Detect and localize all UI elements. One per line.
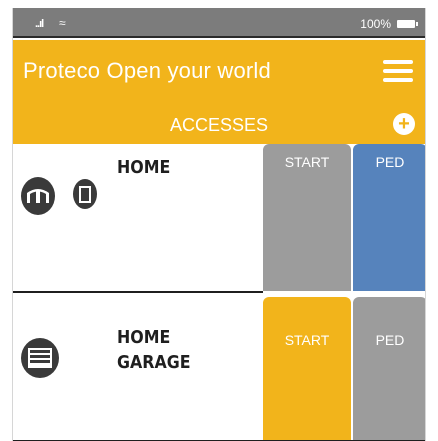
- start-button[interactable]: START: [263, 144, 351, 291]
- garage-icon[interactable]: [21, 338, 59, 378]
- ped-label: PED: [375, 332, 405, 348]
- status-bar: ..ıl ≈ 100%: [13, 8, 425, 38]
- app-title: Proteco Open your world: [23, 58, 271, 83]
- battery-icon: [397, 20, 418, 28]
- access-name: HOME GARAGE: [117, 327, 191, 373]
- menu-icon[interactable]: [383, 60, 413, 82]
- signal-icon: ..ıl: [35, 18, 44, 30]
- row-divider: [13, 291, 263, 293]
- app-header: Proteco Open your world ACCESSES +: [13, 40, 425, 144]
- start-label: START: [284, 154, 330, 170]
- ped-button[interactable]: PED: [353, 144, 425, 291]
- start-label: START: [284, 332, 330, 348]
- app-frame: ..ıl ≈ 100% Proteco Open your world ACCE…: [12, 8, 426, 441]
- ped-button[interactable]: PED: [353, 297, 425, 441]
- wifi-icon: ≈: [59, 16, 66, 30]
- section-title: ACCESSES: [169, 115, 269, 135]
- gate-icon[interactable]: [21, 177, 55, 215]
- ped-label: PED: [375, 154, 405, 170]
- access-name: HOME: [117, 157, 171, 178]
- access-row: HOME GARAGE START PED: [13, 294, 425, 441]
- door-icon[interactable]: [73, 179, 97, 209]
- battery-percent: 100%: [360, 17, 391, 31]
- start-button[interactable]: START: [263, 297, 351, 441]
- add-access-button[interactable]: +: [393, 113, 415, 135]
- access-row: HOME START PED: [13, 144, 425, 294]
